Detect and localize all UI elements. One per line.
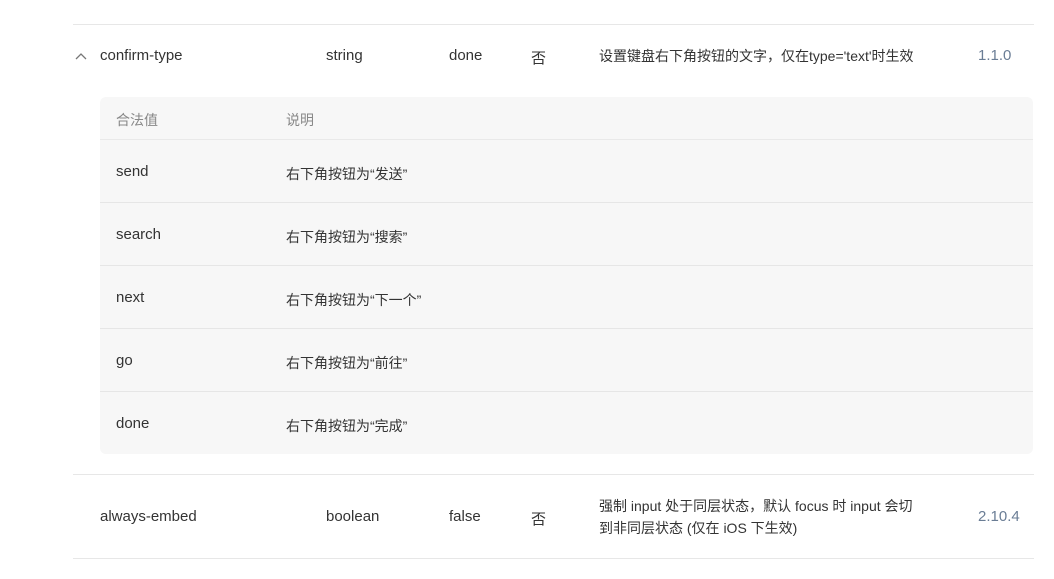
- legal-values-table: 合法值 说明 send 右下角按钮为“发送” search 右下角按钮为“搜索”…: [100, 97, 1033, 454]
- legal-value: send: [116, 163, 149, 180]
- prop-name: confirm-type: [100, 47, 183, 64]
- prop-required: 否: [531, 50, 547, 67]
- prop-default: done: [449, 47, 483, 64]
- prop-version: 2.10.4: [978, 508, 1020, 525]
- legal-value-desc: 右下角按钮为“完成”: [286, 418, 408, 434]
- row-divider: [73, 474, 1034, 475]
- prop-version: 1.1.0: [978, 47, 1012, 64]
- legal-values-header: 合法值 说明: [100, 97, 1033, 140]
- legal-value-desc: 右下角按钮为“搜索”: [286, 229, 408, 245]
- table-row: next 右下角按钮为“下一个”: [100, 266, 1033, 329]
- prop-default: false: [449, 508, 481, 525]
- table-bottom-divider: [73, 558, 1034, 559]
- legal-value: search: [116, 226, 162, 243]
- legal-value: next: [116, 289, 145, 306]
- table-row: go 右下角按钮为“前往”: [100, 329, 1033, 392]
- legal-value-desc: 右下角按钮为“下一个”: [286, 292, 422, 308]
- legal-value: done: [116, 415, 150, 432]
- header-explanation: 说明: [286, 112, 314, 128]
- prop-required: 否: [531, 511, 547, 528]
- table-row: done 右下角按钮为“完成”: [100, 392, 1033, 454]
- table-row: search 右下角按钮为“搜索”: [100, 203, 1033, 266]
- prop-type: string: [326, 47, 363, 64]
- legal-value-desc: 右下角按钮为“发送”: [286, 166, 408, 182]
- legal-value-desc: 右下角按钮为“前往”: [286, 355, 408, 371]
- prop-description-line1: 强制 input 处于同层状态，默认 focus 时 input 会切: [599, 498, 913, 514]
- prop-description: 设置键盘右下角按钮的文字，仅在type='text'时生效: [599, 48, 914, 64]
- prop-name: always-embed: [100, 508, 197, 525]
- table-row: send 右下角按钮为“发送”: [100, 140, 1033, 203]
- prop-description-line2: 到非同层状态 (仅在 iOS 下生效): [599, 520, 798, 536]
- legal-value: go: [116, 352, 133, 369]
- prop-type: boolean: [326, 508, 380, 525]
- header-legal-value: 合法值: [116, 112, 158, 128]
- chevron-up-icon[interactable]: [74, 49, 88, 63]
- table-top-divider: [73, 24, 1034, 25]
